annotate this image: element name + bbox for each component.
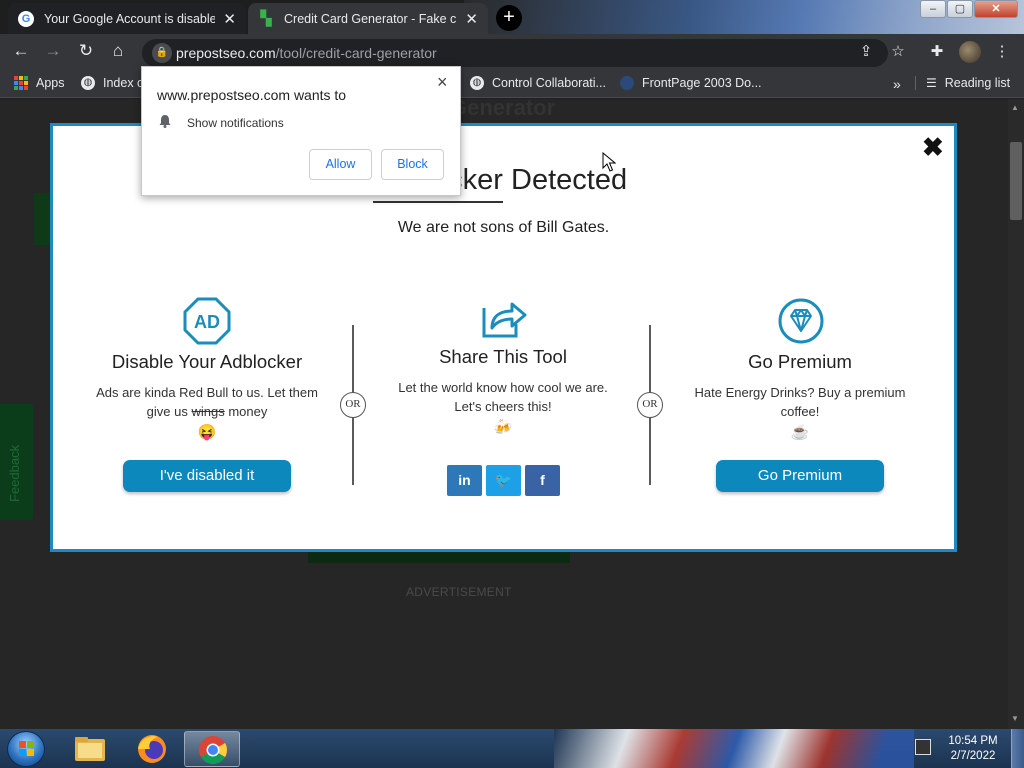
bookmark-control-collaboration[interactable]: ◍ Control Collaborati... <box>470 76 606 90</box>
tab-title: Your Google Account is disabled <box>44 11 216 26</box>
start-button[interactable] <box>7 731 45 767</box>
reload-icon[interactable]: ↻ <box>74 40 98 64</box>
block-button[interactable]: Block <box>381 149 444 180</box>
title-underline <box>373 201 503 203</box>
google-icon: G <box>18 10 34 27</box>
profile-avatar[interactable] <box>959 41 981 63</box>
popup-title: www.prepostseo.com wants to <box>157 87 347 103</box>
column-text: Ads are kinda Red Bull to us. Let them g… <box>96 385 318 419</box>
mouse-cursor-icon <box>602 152 616 172</box>
url-text[interactable]: prepostseo.com/tool/credit-card-generato… <box>176 45 437 61</box>
disable-adblocker-column: Disable Your Adblocker Ads are kinda Red… <box>96 351 318 441</box>
column-heading: Disable Your Adblocker <box>111 351 303 372</box>
taskbar-chrome[interactable] <box>184 731 240 767</box>
new-tab-button[interactable]: + <box>496 5 522 31</box>
minimize-button[interactable]: ‒ <box>920 0 946 18</box>
svg-text:AD: AD <box>194 312 220 332</box>
reading-list-icon: ☰ <box>926 76 937 90</box>
menu-kebab-icon[interactable]: ⋮ <box>991 41 1013 63</box>
taskbar-firefox[interactable] <box>124 731 180 767</box>
globe-icon: ◍ <box>470 76 484 90</box>
ad-octagon-icon: AD <box>183 297 231 345</box>
tab-title: Credit Card Generator - Fake cre <box>284 11 458 26</box>
show-desktop-button[interactable] <box>1011 729 1024 768</box>
tab-strip: G Your Google Account is disabled ✕ ▚ Cr… <box>0 0 1024 34</box>
tab-close-icon[interactable]: ✕ <box>223 10 236 28</box>
window-close-button[interactable]: ✕ <box>974 0 1018 18</box>
globe-icon: ◍ <box>81 76 95 90</box>
bookmark-index[interactable]: ◍ Index c <box>81 76 143 90</box>
permission-text: Show notifications <box>187 116 284 130</box>
tongue-emoji-icon: 😝 <box>197 424 217 441</box>
go-premium-button[interactable]: Go Premium <box>716 460 884 492</box>
taskbar-wallpaper <box>554 729 914 768</box>
feedback-tab[interactable]: Feedback <box>0 404 33 520</box>
modal-subtitle: We are not sons of Bill Gates. <box>397 219 610 236</box>
reading-list[interactable]: ☰ Reading list <box>915 76 1010 90</box>
bell-icon <box>159 115 171 128</box>
extensions-puzzle-icon[interactable]: ✚ <box>926 41 948 63</box>
column-heading: Share This Tool <box>439 346 567 367</box>
system-clock[interactable]: 10:54 PM 2/7/2022 <box>940 734 1006 764</box>
column-text: Let the world know how cool we are. Let'… <box>398 380 608 414</box>
back-arrow-icon[interactable]: ← <box>9 40 33 64</box>
coffee-emoji-icon: ☕ <box>790 424 810 441</box>
twitter-share-button[interactable]: 🐦 <box>486 465 521 496</box>
share-icon <box>482 302 527 338</box>
linkedin-share-button[interactable]: in <box>447 465 482 496</box>
network-tray-icon[interactable] <box>915 739 931 755</box>
maximize-button[interactable]: ▢ <box>947 0 973 18</box>
diamond-icon <box>778 298 824 344</box>
allow-button[interactable]: Allow <box>309 149 372 180</box>
window-controls: ‒ ▢ ✕ <box>919 0 1018 18</box>
frontpage-icon: ◍ <box>620 76 634 90</box>
scrollbar-thumb[interactable] <box>1010 142 1022 220</box>
share-tool-column: Share This Tool Let the world know how c… <box>395 346 611 436</box>
tab-close-icon[interactable]: ✕ <box>465 10 478 28</box>
column-text: Hate Energy Drinks? Buy a premium coffee… <box>694 385 906 419</box>
scroll-down-icon[interactable]: ▼ <box>1011 714 1019 723</box>
tab-credit-card-generator[interactable]: ▚ Credit Card Generator - Fake cre ✕ <box>248 3 488 34</box>
prepostseo-icon: ▚ <box>260 10 272 26</box>
scroll-up-icon[interactable]: ▲ <box>1011 103 1019 112</box>
windows-logo-icon <box>19 741 35 757</box>
folder-icon <box>75 737 105 761</box>
bookmark-apps[interactable]: Apps <box>14 76 65 90</box>
bookmark-frontpage[interactable]: ◍ FrontPage 2003 Do... <box>620 76 762 90</box>
share-page-icon[interactable]: ⇪ <box>855 41 877 63</box>
column-heading: Go Premium <box>748 351 852 372</box>
or-badge: OR <box>637 392 663 418</box>
page-heading: Generator <box>450 99 556 120</box>
go-premium-column: Go Premium Hate Energy Drinks? Buy a pre… <box>690 351 910 441</box>
popup-close-icon[interactable]: × <box>437 72 448 93</box>
apps-grid-icon <box>14 76 28 90</box>
or-badge: OR <box>340 392 366 418</box>
taskbar-file-explorer[interactable] <box>62 731 118 767</box>
modal-close-button[interactable]: ✖ <box>922 134 944 160</box>
firefox-icon <box>138 735 166 763</box>
bookmark-star-icon[interactable]: ☆ <box>887 41 909 63</box>
disabled-it-button[interactable]: I've disabled it <box>123 460 291 492</box>
advertisement-label: ADVERTISEMENT <box>406 585 512 599</box>
forward-arrow-icon[interactable]: → <box>41 40 65 64</box>
bookmarks-overflow-icon[interactable]: » <box>893 76 901 92</box>
tab-google-account[interactable]: G Your Google Account is disabled ✕ <box>8 3 246 34</box>
chrome-icon <box>199 736 227 764</box>
cheers-emoji-icon: 🍻 <box>493 419 513 436</box>
lock-icon[interactable]: 🔒 <box>152 43 172 63</box>
home-icon[interactable]: ⌂ <box>106 40 130 64</box>
facebook-share-button[interactable]: f <box>525 465 560 496</box>
